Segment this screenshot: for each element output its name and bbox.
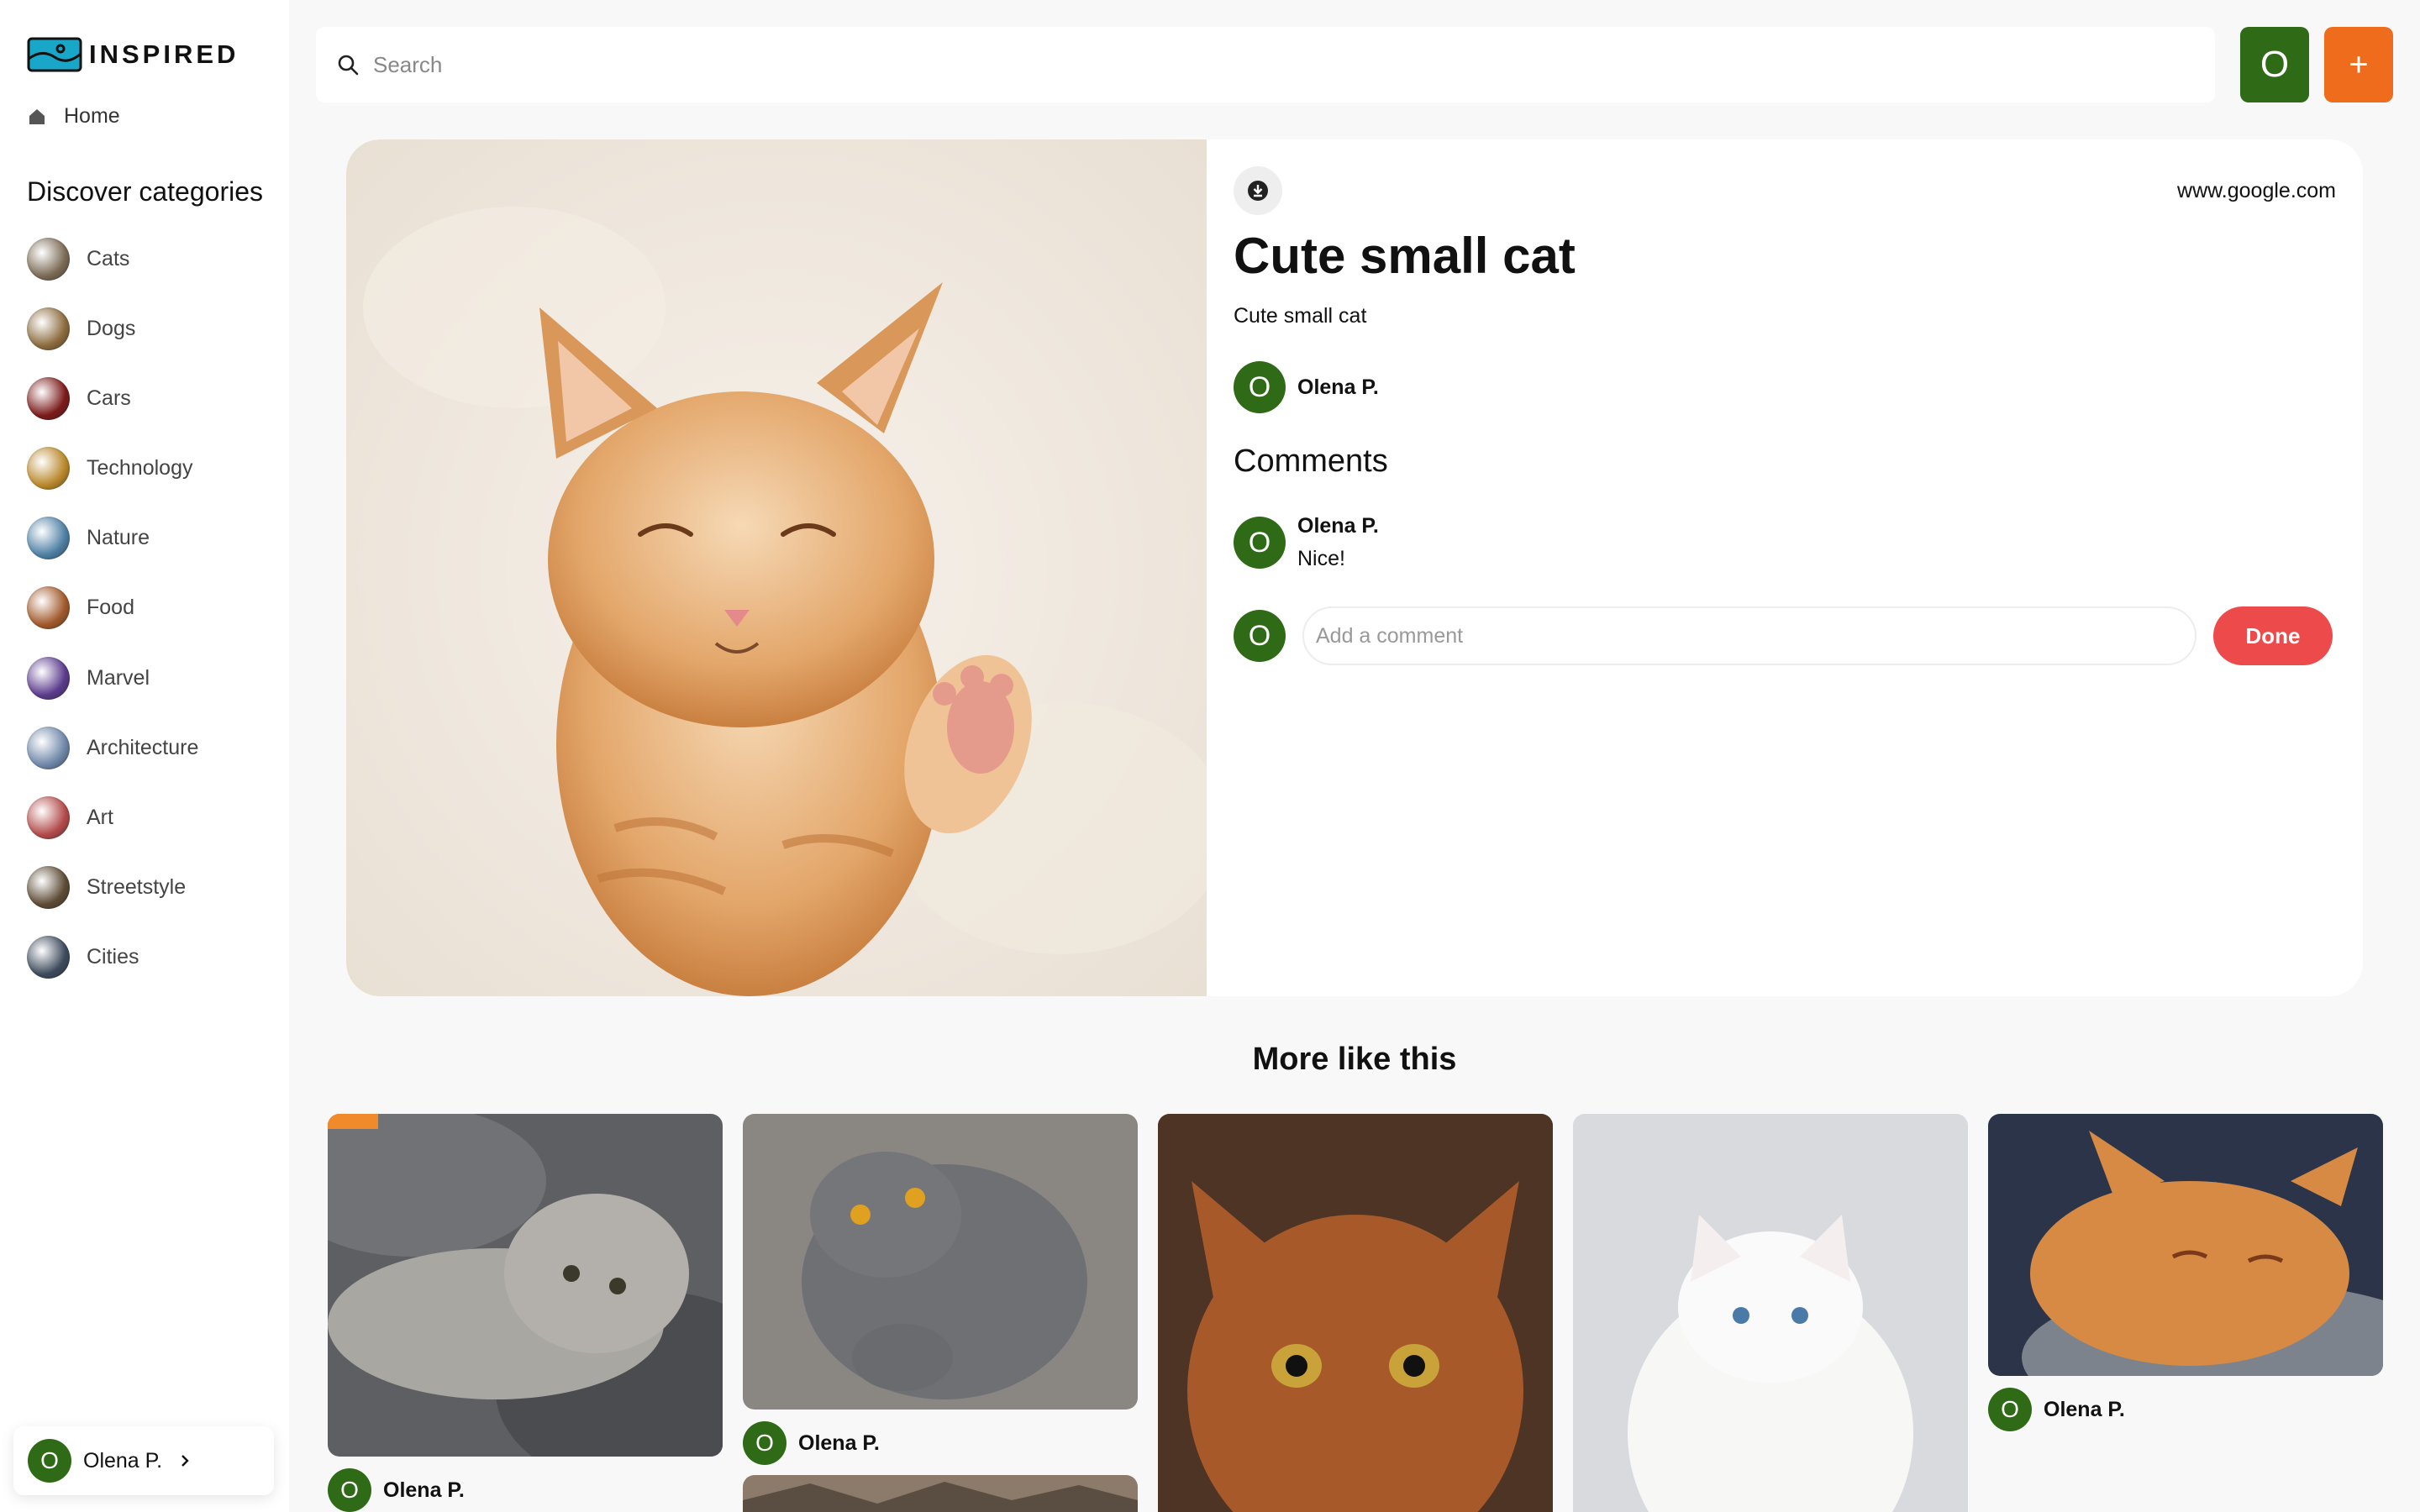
search-icon <box>338 55 359 76</box>
search-bar[interactable] <box>316 27 2215 102</box>
category-thumbnail <box>27 237 70 281</box>
category-thumbnail <box>27 936 70 979</box>
category-item-food[interactable]: Food <box>27 586 198 630</box>
avatar: O <box>1234 361 1286 413</box>
category-item-streetstyle[interactable]: Streetstyle <box>27 866 198 910</box>
category-label: Cats <box>87 246 130 270</box>
category-label: Technology <box>87 456 193 480</box>
pin-thumbnail[interactable] <box>743 1475 1138 1512</box>
pin-author-name: Olena P. <box>1297 375 1379 399</box>
category-item-cars[interactable]: Cars <box>27 376 198 420</box>
category-thumbnail <box>27 517 70 560</box>
pin-thumbnail[interactable] <box>328 1114 723 1457</box>
category-label: Architecture <box>87 735 199 759</box>
grid-pin[interactable] <box>743 1475 1138 1512</box>
comment-input[interactable] <box>1302 606 2196 665</box>
pin-image <box>346 139 1207 996</box>
grid-pin-author: O Olena P. <box>1988 1388 2383 1431</box>
avatar: O <box>1234 610 1286 662</box>
grid-pin[interactable] <box>1158 1114 1553 1512</box>
category-item-cities[interactable]: Cities <box>27 936 198 979</box>
category-thumbnail <box>27 726 70 769</box>
download-icon <box>1248 181 1268 201</box>
kitten-photo <box>346 139 1207 996</box>
category-label: Nature <box>87 526 150 550</box>
pin-description: Cute small cat <box>1234 304 1367 328</box>
nav-home[interactable]: Home <box>27 104 120 129</box>
category-thumbnail <box>27 376 70 420</box>
grid-pin-author: O Olena P. <box>743 1421 1138 1465</box>
category-thumbnail <box>27 307 70 350</box>
comment: O Olena P. Nice! <box>1234 514 1379 571</box>
category-item-marvel[interactable]: Marvel <box>27 656 198 700</box>
category-label: Art <box>87 806 113 829</box>
pin-thumbnail[interactable] <box>1158 1114 1553 1512</box>
pin-detail-card: www.google.com Cute small cat Cute small… <box>346 139 2363 996</box>
logo-icon <box>27 37 82 72</box>
avatar: O <box>1234 517 1286 569</box>
home-icon <box>29 108 45 124</box>
grid-pin-author: O Olena P. <box>328 1468 723 1512</box>
pin-thumbnail[interactable] <box>1988 1114 2383 1376</box>
chevron-right-icon <box>182 1455 189 1467</box>
download-button[interactable] <box>1234 166 1282 215</box>
pin-author[interactable]: O Olena P. <box>1234 361 1379 413</box>
pin-thumbnail[interactable] <box>743 1114 1138 1410</box>
category-label: Dogs <box>87 316 136 340</box>
category-thumbnail <box>27 586 70 630</box>
category-label: Cars <box>87 386 131 410</box>
avatar: O <box>328 1468 371 1512</box>
add-comment-row: O Done <box>1234 606 2333 665</box>
brand-logo[interactable]: INSPIRED <box>27 37 239 72</box>
categories-heading: Discover categories <box>27 176 263 207</box>
category-label: Food <box>87 596 134 620</box>
add-pin-button[interactable]: + <box>2324 27 2393 102</box>
category-item-nature[interactable]: Nature <box>27 517 198 560</box>
grid-pin-author-name: Olena P. <box>2044 1397 2125 1421</box>
category-label: Marvel <box>87 665 150 690</box>
nav-home-label: Home <box>64 104 120 128</box>
pin-title: Cute small cat <box>1234 228 1576 284</box>
category-item-dogs[interactable]: Dogs <box>27 307 198 350</box>
comments-heading: Comments <box>1234 444 1388 479</box>
current-user-menu[interactable]: O Olena P. <box>13 1426 274 1495</box>
category-thumbnail <box>27 796 70 839</box>
pin-thumbnail[interactable] <box>1573 1114 1968 1512</box>
grid-pin[interactable]: O Olena P. <box>1988 1114 2383 1431</box>
done-button[interactable]: Done <box>2213 606 2333 665</box>
category-thumbnail <box>27 447 70 491</box>
profile-button[interactable]: O <box>2240 27 2309 102</box>
grid-pin-author-name: Olena P. <box>798 1431 880 1455</box>
category-label: Streetstyle <box>87 875 187 900</box>
grid-pin[interactable] <box>1573 1114 1968 1512</box>
grid-pin[interactable]: O Olena P. <box>328 1114 723 1512</box>
source-link[interactable]: www.google.com <box>2177 179 2336 203</box>
search-input[interactable] <box>373 51 1886 78</box>
category-thumbnail <box>27 866 70 910</box>
grid-pin[interactable]: O Olena P. <box>743 1114 1138 1465</box>
avatar: O <box>28 1439 71 1483</box>
category-item-architecture[interactable]: Architecture <box>27 726 198 769</box>
current-user-name: Olena P. <box>83 1448 163 1473</box>
grid-pin-author-name: Olena P. <box>383 1478 465 1502</box>
sidebar: INSPIRED Home Discover categories Cats Do… <box>0 0 289 1512</box>
category-item-technology[interactable]: Technology <box>27 447 198 491</box>
avatar: O <box>743 1421 786 1465</box>
comment-author: Olena P. <box>1297 514 1379 538</box>
category-thumbnail <box>27 656 70 700</box>
category-list: Cats Dogs Cars Technology Nature Food Marvel Ar… <box>27 237 198 1005</box>
brand-name: INSPIRED <box>89 39 239 69</box>
avatar: O <box>1988 1388 2032 1431</box>
more-like-this-heading: More like this <box>1252 1042 1457 1077</box>
comment-text: Nice! <box>1297 547 1345 570</box>
category-item-art[interactable]: Art <box>27 796 198 840</box>
category-item-cats[interactable]: Cats <box>27 237 198 281</box>
category-label: Cities <box>87 945 139 969</box>
